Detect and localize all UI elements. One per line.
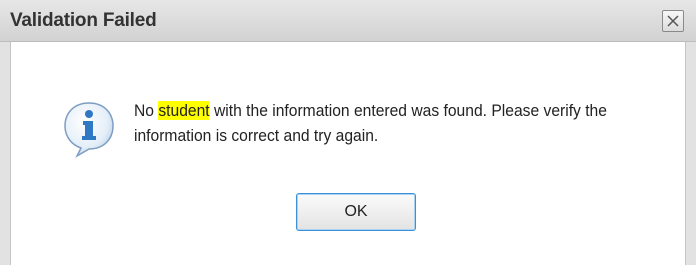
dialog-right-border [685,42,696,265]
dialog-left-border [0,42,11,265]
close-button[interactable] [662,10,684,32]
validation-dialog: Validation Failed No student with the in… [0,0,696,265]
info-icon [64,102,114,158]
dialog-message: No student with the information entered … [134,98,622,148]
message-highlight: student [158,101,210,120]
message-prefix: No [134,101,159,120]
dialog-title: Validation Failed [10,10,157,31]
ok-button[interactable]: OK [296,193,416,231]
close-icon [667,15,679,27]
dialog-titlebar[interactable]: Validation Failed [0,0,696,42]
